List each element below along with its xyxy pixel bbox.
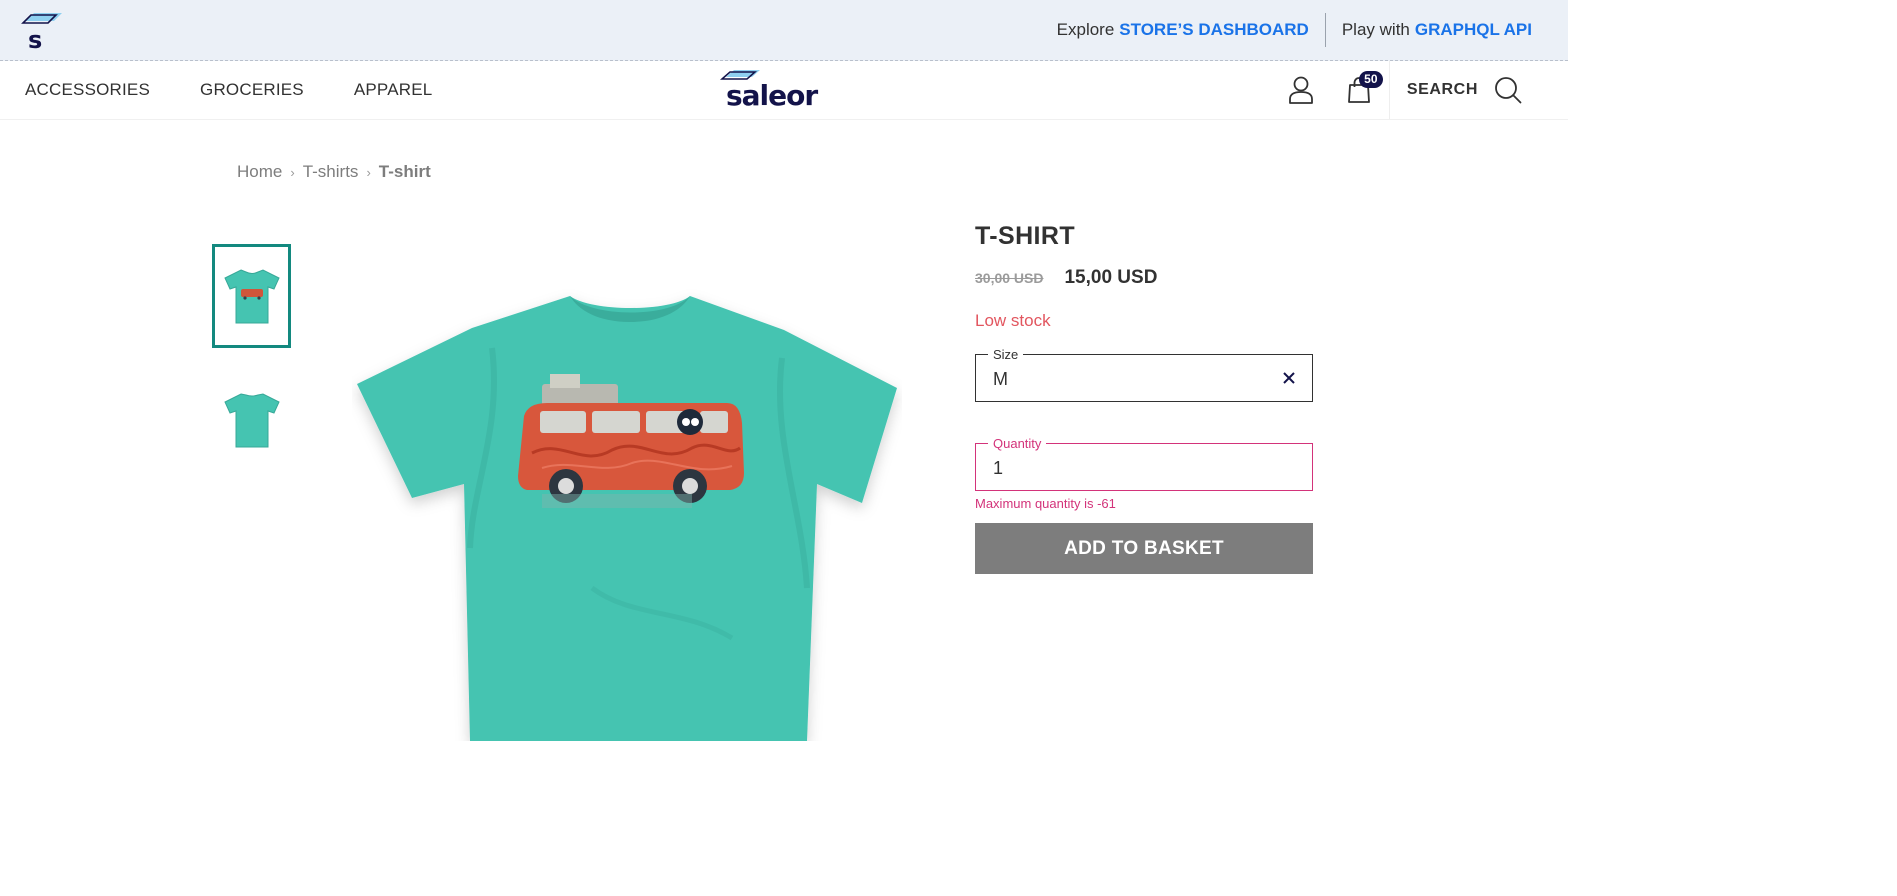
size-value: M xyxy=(993,369,1008,389)
saleor-logo[interactable]: saleor xyxy=(720,67,824,112)
breadcrumb-t-shirts[interactable]: T-shirts xyxy=(303,162,359,182)
nav-item-accessories[interactable]: ACCESSORIES xyxy=(25,80,150,100)
breadcrumb-separator: › xyxy=(366,164,371,180)
size-select[interactable]: Size M xyxy=(975,347,1313,402)
breadcrumb-current: T-shirt xyxy=(378,162,431,181)
graphql-api-link[interactable]: Play with GRAPHQL API xyxy=(1342,20,1532,40)
thumbnail-front[interactable] xyxy=(212,244,291,348)
search-button[interactable]: SEARCH xyxy=(1390,61,1568,119)
current-price: 15,00 USD xyxy=(1064,267,1158,288)
store-dashboard-link[interactable]: Explore STORE’S DASHBOARD xyxy=(1057,20,1309,40)
product-details: T-SHIRT 30,00 USD 15,00 USD Low stock Si… xyxy=(975,222,1313,574)
dashboard-link-label: STORE’S DASHBOARD xyxy=(1119,20,1309,39)
main-navigation: ACCESSORIES GROCERIES APPAREL saleor 50 … xyxy=(0,61,1568,120)
quantity-value[interactable]: 1 xyxy=(993,458,1003,479)
add-to-basket-button[interactable]: ADD TO BASKET xyxy=(975,523,1313,574)
thumbnail-back[interactable] xyxy=(212,368,291,472)
breadcrumb-home[interactable]: Home xyxy=(237,162,282,182)
undiscounted-price: 30,00 USD xyxy=(975,270,1044,286)
search-label: SEARCH xyxy=(1406,81,1478,98)
quantity-field[interactable]: Quantity 1 xyxy=(975,436,1313,491)
quantity-error-message: Maximum quantity is -61 xyxy=(975,496,1116,511)
size-label: Size xyxy=(988,347,1024,362)
dashboard-link-prefix: Explore xyxy=(1056,20,1115,39)
search-icon xyxy=(1495,77,1522,104)
breadcrumb-separator: › xyxy=(290,164,295,180)
cart-button[interactable]: 50 xyxy=(1339,70,1383,110)
demo-top-bar: s Explore STORE’S DASHBOARD Play with GR… xyxy=(0,0,1568,61)
close-icon xyxy=(1283,372,1295,384)
cart-count-badge: 50 xyxy=(1358,71,1383,88)
user-icon xyxy=(1288,76,1313,104)
quantity-label: Quantity xyxy=(988,436,1047,451)
saleor-demo-logo-icon[interactable]: s xyxy=(20,11,64,54)
product-title: T-SHIRT xyxy=(975,222,1076,250)
nav-item-apparel[interactable]: APPAREL xyxy=(354,80,433,100)
product-price: 30,00 USD 15,00 USD xyxy=(975,267,1313,289)
stock-status: Low stock xyxy=(975,311,1051,330)
brand-name: saleor xyxy=(726,79,818,111)
nav-item-groceries[interactable]: GROCERIES xyxy=(200,80,304,100)
product-main-image xyxy=(352,288,902,741)
top-links-divider xyxy=(1324,13,1326,47)
user-account-button[interactable] xyxy=(1281,70,1321,110)
api-link-label: GRAPHQL API xyxy=(1414,20,1532,39)
svg-text:s: s xyxy=(28,26,42,51)
breadcrumb: Home › T-shirts › T-shirt xyxy=(237,162,431,182)
api-link-prefix: Play with xyxy=(1341,20,1410,39)
clear-size-button[interactable] xyxy=(1280,369,1298,387)
